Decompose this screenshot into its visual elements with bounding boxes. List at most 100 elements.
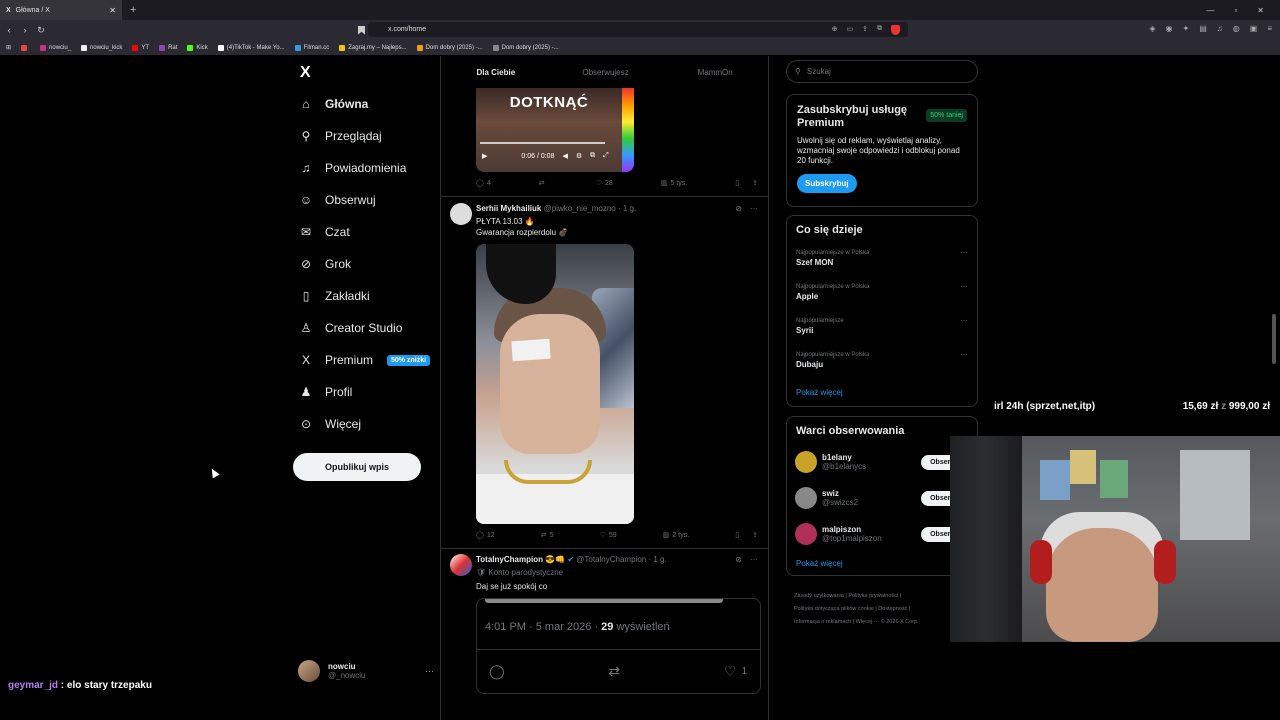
close-tab-icon[interactable]: ✕ bbox=[109, 6, 116, 15]
share-icon[interactable]: ⇪ bbox=[752, 531, 758, 539]
avatar[interactable] bbox=[450, 554, 472, 576]
bookmark-item[interactable]: Dom dobry (2025) -... bbox=[416, 44, 483, 51]
x-logo-icon[interactable]: X bbox=[300, 64, 311, 82]
more-dots-icon[interactable]: ··· bbox=[750, 204, 758, 213]
screen-icon[interactable]: ▭ bbox=[847, 25, 854, 35]
like-button[interactable]: ♡ 28 bbox=[596, 179, 613, 188]
more-dots-icon[interactable]: ··· bbox=[960, 248, 968, 257]
new-tab-icon[interactable]: + bbox=[130, 4, 136, 16]
minimize-icon[interactable]: — bbox=[1206, 6, 1214, 15]
nav-item-home[interactable]: ⌂ Główna bbox=[299, 97, 368, 111]
shield-icon[interactable]: ◍ bbox=[1233, 24, 1240, 33]
back-icon[interactable]: ‹ bbox=[2, 25, 16, 35]
maximize-icon[interactable]: ▫ bbox=[1234, 6, 1237, 15]
nav-item-notifications[interactable]: ♫ Powiadomienia bbox=[299, 161, 407, 175]
views-button[interactable]: ▥ 2 tys. bbox=[663, 531, 689, 540]
trend-item[interactable]: Najpopularniejsze w Polska Szef MON ··· bbox=[796, 248, 968, 267]
suggested-account[interactable]: b1elany @b1elanycs Obserwuj bbox=[795, 451, 971, 473]
grok-icon[interactable]: ⊘ bbox=[735, 555, 742, 564]
reply-button[interactable]: ◯ 4 bbox=[476, 179, 491, 188]
bookmark-button[interactable]: ▯ ⇪ bbox=[735, 179, 758, 187]
retweet-button[interactable]: ⇄ bbox=[539, 179, 548, 187]
bookmark-item[interactable]: Zagraj.my – Najleps... bbox=[339, 44, 407, 51]
nav-item-more[interactable]: ⊙ Więcej bbox=[299, 417, 361, 431]
nav-item-grok[interactable]: ⊘ Grok bbox=[299, 257, 351, 271]
brave-shield-icon[interactable] bbox=[891, 24, 900, 35]
extension-icon[interactable]: ◈ bbox=[1149, 24, 1155, 33]
browser-tab[interactable]: X Główna / X ✕ bbox=[0, 0, 122, 20]
nav-item-chat[interactable]: ✉ Czat bbox=[299, 225, 350, 239]
bookmark-item[interactable]: nowciu_ bbox=[40, 44, 71, 51]
account-switcher[interactable]: nowciu @_nowciu ··· bbox=[298, 660, 434, 682]
avatar[interactable] bbox=[450, 203, 472, 225]
puzzle-icon[interactable]: ✦ bbox=[1183, 24, 1190, 33]
sidebar-icon[interactable]: ▤ bbox=[1199, 24, 1207, 33]
quoted-tweet[interactable]: 4:01 PM · 5 mar 2026 · 29 wyświetleń ◯ ⇄… bbox=[476, 598, 761, 694]
more-dots-icon[interactable]: ··· bbox=[960, 282, 968, 291]
tab-following[interactable]: Obserwujesz bbox=[551, 68, 661, 77]
views-button[interactable]: ▥ 5 tys. bbox=[661, 179, 687, 188]
settings-icon[interactable]: ⚙ bbox=[576, 152, 582, 160]
subscribe-button[interactable]: Subskrybuj bbox=[797, 174, 857, 193]
author-name[interactable]: TotalnyChampion 😎👊 bbox=[476, 555, 565, 564]
share-icon[interactable]: ⇪ bbox=[862, 25, 868, 35]
bookmark-page-icon[interactable] bbox=[358, 25, 365, 35]
share-icon[interactable]: ⇪ bbox=[752, 179, 758, 187]
trend-item[interactable]: Najpopularniejsze w Polska Dubaju ··· bbox=[796, 350, 968, 369]
volume-icon[interactable]: ◀ bbox=[562, 152, 567, 160]
extension-icon[interactable]: ◉ bbox=[1166, 24, 1173, 33]
tweet-time[interactable]: · 1 g. bbox=[618, 204, 636, 213]
trend-item[interactable]: Najpopularniejsze Syrii ··· bbox=[796, 316, 968, 335]
more-dots-icon[interactable]: ··· bbox=[960, 350, 968, 359]
like-button[interactable]: ♡ 59 bbox=[600, 531, 617, 540]
reply-icon[interactable]: ◯ bbox=[489, 663, 505, 680]
show-more-follow-link[interactable]: Pokaż więcej bbox=[796, 559, 843, 568]
post-button[interactable]: Opublikuj wpis bbox=[293, 453, 421, 481]
author-handle[interactable]: @piwko_nie_mozno bbox=[544, 204, 616, 213]
author-name[interactable]: Serhii Mykhailiuk bbox=[476, 204, 541, 213]
more-dots-icon[interactable]: ··· bbox=[425, 666, 434, 676]
close-window-icon[interactable]: ✕ bbox=[1257, 6, 1264, 15]
fullscreen-icon[interactable]: ⤢ bbox=[603, 152, 609, 160]
bookmark-item[interactable]: nowciu_kick bbox=[81, 44, 122, 51]
tab-for-you[interactable]: Dla Ciebie bbox=[441, 68, 551, 77]
zoom-icon[interactable]: ⊕ bbox=[832, 25, 838, 35]
nav-item-profile[interactable]: ♟ Profil bbox=[299, 385, 353, 399]
show-more-trends-link[interactable]: Pokaż więcej bbox=[796, 388, 843, 397]
like-button[interactable]: ♡ 1 bbox=[724, 663, 747, 680]
nav-item-bookmarks[interactable]: ▯ Zakładki bbox=[299, 289, 370, 303]
wallet-icon[interactable]: ▣ bbox=[1250, 24, 1258, 33]
crop-icon[interactable]: ⧉ bbox=[590, 152, 595, 160]
address-bar[interactable]: x.com/home ⊕ ▭ ⇪ ⧉ bbox=[368, 22, 908, 37]
retweet-button[interactable]: ⇄ 5 bbox=[541, 531, 554, 540]
tab-list[interactable]: MammOn bbox=[660, 68, 768, 77]
bookmark-item[interactable]: Rat bbox=[159, 44, 177, 51]
trend-item[interactable]: Najpopularniejsze w Polska Apple ··· bbox=[796, 282, 968, 301]
apps-grid-icon[interactable]: ⊞ bbox=[6, 44, 11, 51]
tweet-video[interactable] bbox=[476, 244, 634, 524]
nav-item-follow[interactable]: ☺ Obserwuj bbox=[299, 193, 376, 207]
bookmark-button[interactable]: ▯ ⇪ bbox=[735, 531, 758, 539]
video-progress-bar[interactable] bbox=[480, 142, 605, 144]
menu-icon[interactable]: ≡ bbox=[1267, 24, 1272, 33]
bookmark-item[interactable]: Kick bbox=[187, 44, 208, 51]
copy-icon[interactable]: ⧉ bbox=[877, 25, 882, 35]
search-input[interactable]: ⚲ Szukaj bbox=[786, 60, 978, 83]
reply-button[interactable]: ◯ 12 bbox=[476, 531, 495, 540]
nav-item-premium[interactable]: X Premium 50% zniżki bbox=[299, 353, 431, 367]
suggested-account[interactable]: malpiszon @top1malpiszon Obserwuj bbox=[795, 523, 971, 545]
suggested-account[interactable]: swiz @swizcs2 Obserwuj bbox=[795, 487, 971, 509]
forward-icon[interactable]: › bbox=[18, 25, 32, 35]
nav-item-creator-studio[interactable]: ♙ Creator Studio bbox=[299, 321, 403, 335]
video-player[interactable]: DOTKNĄĆ ▶ 0:06 / 0:08 ◀ ⚙ ⧉ ⤢ bbox=[476, 88, 634, 172]
retweet-icon[interactable]: ⇄ bbox=[608, 663, 620, 680]
reload-icon[interactable]: ↻ bbox=[34, 25, 48, 36]
bookmark-item[interactable] bbox=[21, 44, 30, 51]
scrollbar[interactable] bbox=[1272, 314, 1276, 364]
more-dots-icon[interactable]: ··· bbox=[960, 316, 968, 325]
play-icon[interactable]: ▶ bbox=[482, 152, 487, 160]
tweet-time[interactable]: · 1 g. bbox=[648, 555, 666, 564]
music-icon[interactable]: ♫ bbox=[1217, 24, 1223, 33]
author-handle[interactable]: @TotalnyChampion bbox=[576, 555, 646, 564]
grok-icon[interactable]: ⊘ bbox=[735, 204, 742, 213]
